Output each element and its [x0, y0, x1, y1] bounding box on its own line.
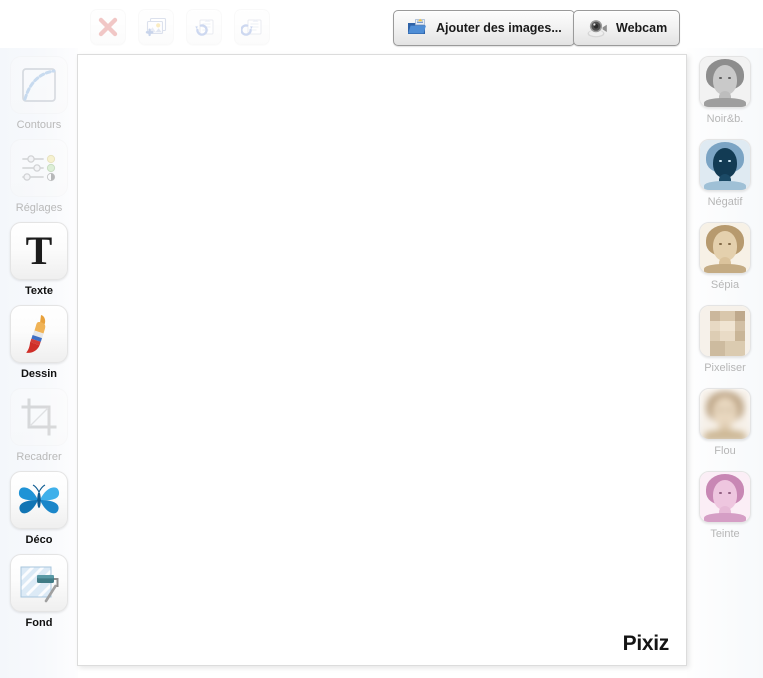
- filter-thumb-tint: [700, 472, 750, 522]
- undo-arrow-icon: [194, 19, 213, 36]
- tool-dessin[interactable]: Dessin: [0, 305, 78, 388]
- tool-reglages[interactable]: Réglages: [0, 139, 78, 222]
- tool-reglages-tile: [10, 139, 68, 197]
- filter-sepia-label: Sépia: [710, 279, 740, 291]
- add-images-label: Ajouter des images...: [436, 20, 562, 35]
- filter-sepia-thumb: [699, 222, 751, 274]
- tool-texte[interactable]: T Texte: [0, 222, 78, 305]
- tool-reglages-label: Réglages: [15, 202, 63, 214]
- filter-noir-et-blanc[interactable]: Noir&b.: [687, 56, 763, 139]
- add-image-button[interactable]: [138, 9, 174, 45]
- tool-contours[interactable]: Contours: [0, 56, 78, 139]
- open-folder-icon: [408, 18, 426, 34]
- filter-teinte-thumb: [699, 471, 751, 523]
- tool-texte-label: Texte: [25, 285, 53, 297]
- webcam-icon: [587, 20, 607, 38]
- crop-icon: [21, 398, 57, 436]
- tool-recadrer[interactable]: Recadrer: [0, 388, 78, 471]
- filter-thumb-negative: [700, 140, 750, 190]
- undo-button[interactable]: [186, 9, 222, 45]
- filter-negatif[interactable]: Négatif: [687, 139, 763, 222]
- tool-texte-tile: T: [10, 222, 68, 280]
- tool-recadrer-label: Recadrer: [16, 451, 62, 463]
- filter-thumb-blur: [700, 389, 750, 439]
- tool-deco-tile: [10, 471, 68, 529]
- filter-teinte-label: Teinte: [710, 528, 740, 540]
- right-filter-rail: Noir&b. Négatif Sépia Pixeliser Flou Tei…: [687, 56, 763, 554]
- butterfly-icon: [18, 484, 60, 514]
- filter-pixeliser[interactable]: Pixeliser: [687, 305, 763, 388]
- clear-button[interactable]: [90, 9, 126, 45]
- red-cross-icon: [98, 17, 118, 37]
- filter-pixeliser-label: Pixeliser: [704, 362, 746, 374]
- curve-outline-icon: [22, 68, 56, 102]
- filter-thumb-pixelate: [700, 306, 750, 356]
- paint-brush-icon: [26, 315, 46, 353]
- pixiz-watermark: Pixiz: [622, 632, 670, 655]
- filter-negatif-label: Négatif: [707, 196, 743, 208]
- filter-noir-et-blanc-label: Noir&b.: [706, 113, 744, 125]
- filter-flou[interactable]: Flou: [687, 388, 763, 471]
- left-tool-rail: Contours Réglages T Texte Dessin Recadre…: [0, 56, 78, 637]
- image-canvas[interactable]: Pixiz: [77, 54, 687, 666]
- tool-recadrer-tile: [10, 388, 68, 446]
- filter-teinte[interactable]: Teinte: [687, 471, 763, 554]
- redo-button[interactable]: [234, 9, 270, 45]
- filter-sepia[interactable]: Sépia: [687, 222, 763, 305]
- top-toolbar: Ajouter des images... Webcam: [0, 0, 763, 52]
- sliders-icon: [22, 154, 56, 182]
- filter-flou-label: Flou: [714, 445, 736, 457]
- tool-dessin-tile: [10, 305, 68, 363]
- tool-dessin-label: Dessin: [20, 368, 58, 380]
- redo-arrow-icon: [240, 19, 261, 36]
- tool-deco[interactable]: Déco: [0, 471, 78, 554]
- text-t-icon: T: [26, 229, 53, 273]
- filter-pixeliser-thumb: [699, 305, 751, 357]
- filter-thumb-sepia: [700, 223, 750, 273]
- tool-fond-label: Fond: [25, 617, 53, 629]
- tool-contours-tile: [10, 56, 68, 114]
- pixiz-editor-window: Ajouter des images... Webcam Pixiz Conto…: [0, 0, 763, 678]
- filter-thumb-grayscale: [700, 57, 750, 107]
- add-images-button[interactable]: Ajouter des images...: [393, 10, 575, 46]
- svg-text:T: T: [26, 229, 53, 273]
- filter-noir-et-blanc-thumb: [699, 56, 751, 108]
- filter-flou-thumb: [699, 388, 751, 440]
- tool-deco-label: Déco: [25, 534, 53, 546]
- tool-fond[interactable]: Fond: [0, 554, 78, 637]
- filter-negatif-thumb: [699, 139, 751, 191]
- tool-contours-label: Contours: [16, 119, 62, 131]
- tool-fond-tile: [10, 554, 68, 612]
- add-photo-icon: [145, 17, 166, 37]
- pixelate-grid: [700, 306, 750, 356]
- webcam-label: Webcam: [616, 20, 668, 35]
- paint-roller-icon: [19, 565, 59, 603]
- webcam-button[interactable]: Webcam: [573, 10, 681, 46]
